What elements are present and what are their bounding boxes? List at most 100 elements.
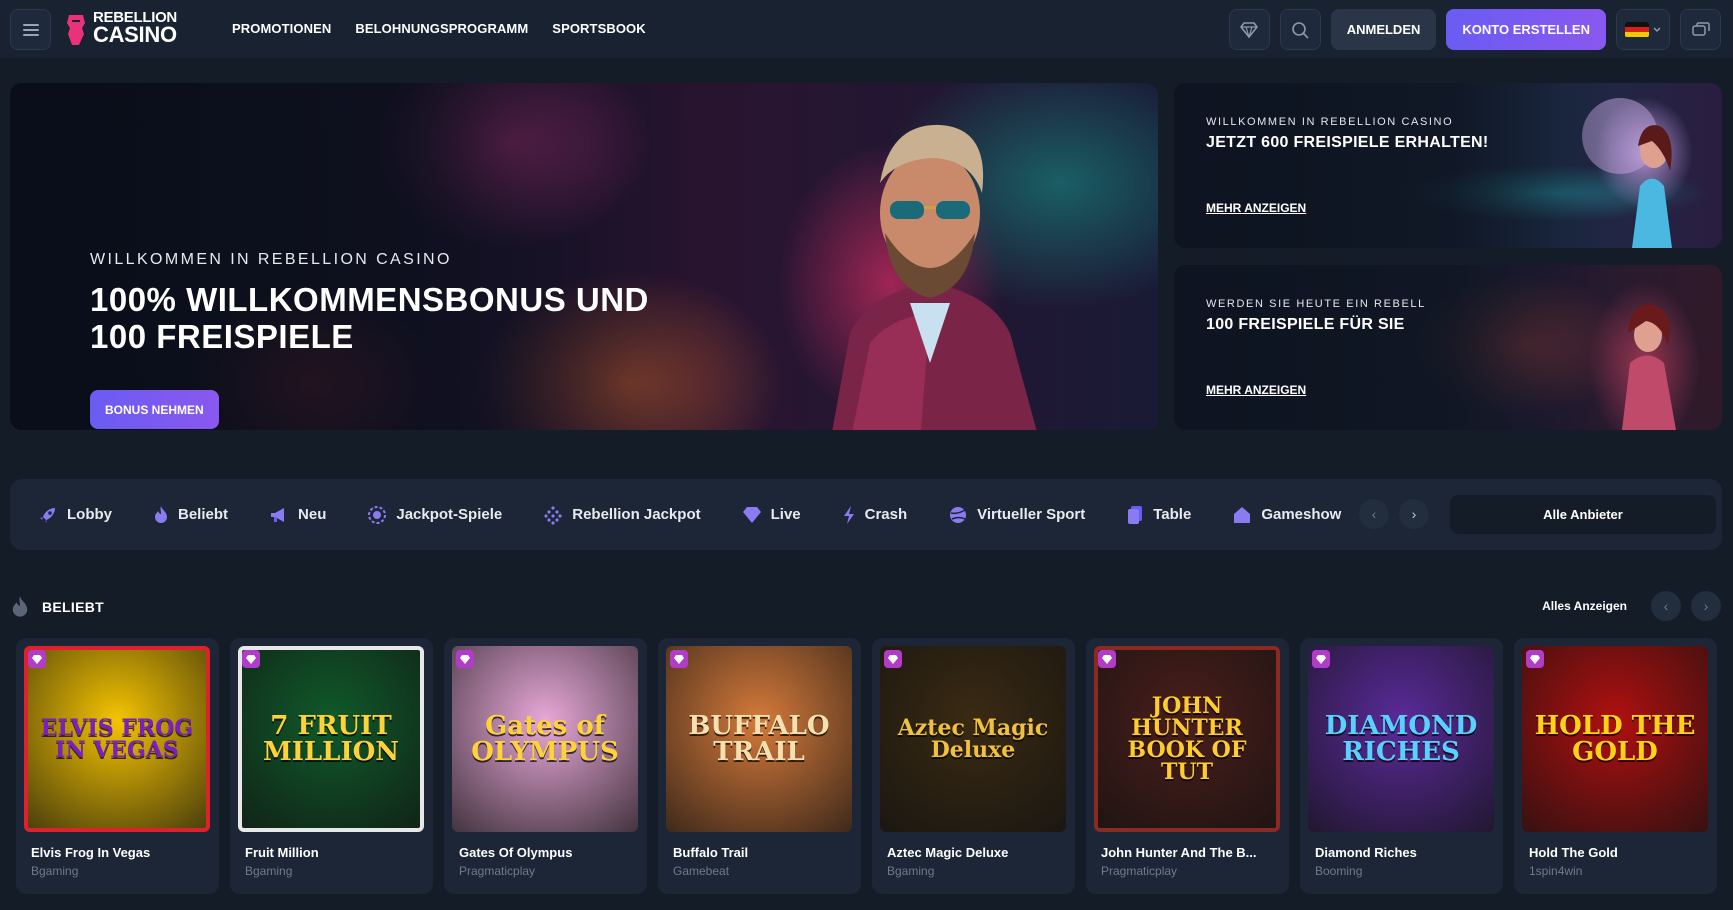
language-selector[interactable] xyxy=(1616,9,1670,50)
rewards-button[interactable] xyxy=(1228,9,1270,50)
promo-more-link[interactable]: MEHR ANZEIGEN xyxy=(1206,383,1306,397)
game-title[interactable]: Gates Of Olympus xyxy=(459,845,572,860)
section-header: BELIEBT xyxy=(10,595,104,619)
lightning-icon xyxy=(843,505,854,524)
game-provider: Bgaming xyxy=(887,864,935,878)
category-label: Live xyxy=(770,506,801,523)
category-table[interactable]: Table xyxy=(1126,505,1191,525)
flame-icon xyxy=(12,596,28,617)
providers-dropdown[interactable]: Alle Anbieter xyxy=(1450,495,1716,534)
game-title[interactable]: John Hunter And The B... xyxy=(1101,845,1257,860)
category-rebellion-jackpot[interactable]: Rebellion Jackpot xyxy=(543,505,701,525)
game-card[interactable]: BUFFALO TRAIL Buffalo Trail Gamebeat xyxy=(658,638,861,894)
game-thumbnail[interactable]: BUFFALO TRAIL xyxy=(666,646,852,832)
chevron-left-icon: ‹ xyxy=(1371,506,1377,522)
game-title[interactable]: Hold The Gold xyxy=(1529,845,1618,860)
game-card[interactable]: DIAMOND RICHES Diamond Riches Booming xyxy=(1300,638,1503,894)
game-title[interactable]: Diamond Riches xyxy=(1315,845,1417,860)
login-button[interactable]: ANMELDEN xyxy=(1330,9,1437,50)
game-card[interactable]: 7 FRUIT MILLION Fruit Million Bgaming xyxy=(230,638,433,894)
game-title[interactable]: Elvis Frog In Vegas xyxy=(31,845,150,860)
game-provider: Bgaming xyxy=(245,864,293,878)
game-art-title: Gates of OLYMPUS xyxy=(471,711,619,767)
game-thumbnail[interactable]: Aztec Magic Deluxe xyxy=(880,646,1066,832)
game-art-title: DIAMOND RICHES xyxy=(1324,711,1478,767)
home-icon xyxy=(1234,506,1251,523)
game-title[interactable]: Aztec Magic Deluxe xyxy=(887,845,1008,860)
header-actions: ANMELDEN KONTO ERSTELLEN xyxy=(1228,9,1721,50)
promo-subtitle: WILLKOMMEN IN REBELLION CASINO xyxy=(1206,116,1454,128)
game-thumbnail[interactable]: JOHN HUNTER BOOK OF TUT xyxy=(1094,646,1280,832)
game-card[interactable]: Aztec Magic Deluxe Aztec Magic Deluxe Bgam… xyxy=(872,638,1075,894)
search-button[interactable] xyxy=(1279,9,1321,50)
gem-badge-icon xyxy=(242,650,260,668)
category-live[interactable]: Live xyxy=(742,506,801,524)
category-crash[interactable]: Crash xyxy=(842,505,907,525)
menu-button[interactable] xyxy=(10,9,51,50)
category-label: Neu xyxy=(298,506,327,523)
category-gameshow[interactable]: Gameshow xyxy=(1232,505,1341,525)
gem-badge-icon xyxy=(1312,650,1330,668)
game-art-title: HOLD THE GOLD xyxy=(1534,711,1696,767)
view-all-link[interactable]: Alles Anzeigen xyxy=(1542,599,1627,613)
category-label: Lobby xyxy=(67,506,112,523)
game-thumbnail[interactable]: Gates of OLYMPUS xyxy=(452,646,638,832)
game-card[interactable]: ELVIS FROG IN VEGAS Elvis Frog In Vegas Bg… xyxy=(16,638,219,894)
category-label: Table xyxy=(1153,506,1192,523)
game-provider: Pragmaticplay xyxy=(459,864,536,878)
search-icon xyxy=(1292,21,1309,39)
game-card[interactable]: JOHN HUNTER BOOK OF TUT John Hunter And T… xyxy=(1086,638,1289,894)
game-art-title: ELVIS FROG IN VEGAS xyxy=(40,715,194,763)
fist-logo-icon xyxy=(67,14,85,45)
ball-icon xyxy=(950,506,967,523)
flame-icon xyxy=(155,505,167,523)
nav-sportsbook[interactable]: SPORTSBOOK xyxy=(552,21,645,36)
chevron-right-icon: › xyxy=(1703,598,1709,614)
category-label: Jackpot-Spiele xyxy=(396,506,503,523)
promo-card-freespins[interactable]: WILLKOMMEN IN REBELLION CASINO JETZT 600… xyxy=(1174,83,1722,248)
game-thumbnail[interactable]: HOLD THE GOLD xyxy=(1522,646,1708,832)
section-controls: Alles Anzeigen ‹ › xyxy=(1542,591,1721,621)
category-virtual-sports[interactable]: Virtueller Sport xyxy=(948,505,1085,525)
nav-promotions[interactable]: PROMOTIONEN xyxy=(232,21,331,36)
megaphone-icon xyxy=(271,507,285,522)
category-jackpot-games[interactable]: Jackpot-Spiele xyxy=(367,505,502,525)
site-logo[interactable]: REBELLION CASINO xyxy=(65,10,177,48)
game-art-title: JOHN HUNTER BOOK OF TUT xyxy=(1127,693,1247,785)
diamond-icon xyxy=(1240,21,1259,38)
chevron-left-icon: ‹ xyxy=(1663,598,1669,614)
chat-icon xyxy=(1691,21,1710,36)
category-new[interactable]: Neu xyxy=(269,506,326,524)
chat-button[interactable] xyxy=(1680,9,1721,50)
bonus-button[interactable]: BONUS NEHMEN xyxy=(90,390,219,429)
game-art-title: 7 FRUIT MILLION xyxy=(262,711,400,767)
nav-rewards[interactable]: BELOHNUNGSPROGRAMM xyxy=(355,21,528,36)
game-title[interactable]: Buffalo Trail xyxy=(673,845,748,860)
game-card[interactable]: Gates of OLYMPUS Gates Of Olympus Pragmati… xyxy=(444,638,647,894)
register-button[interactable]: KONTO ERSTELLEN xyxy=(1446,9,1606,50)
game-provider: Pragmaticplay xyxy=(1101,864,1178,878)
game-thumbnail[interactable]: DIAMOND RICHES xyxy=(1308,646,1494,832)
category-next-button[interactable]: › xyxy=(1399,499,1429,529)
games-next-button[interactable]: › xyxy=(1691,591,1721,621)
hero-banner[interactable]: WILLKOMMEN IN REBELLION CASINO 100% WILL… xyxy=(10,83,1158,430)
game-thumbnail[interactable]: ELVIS FROG IN VEGAS xyxy=(24,646,210,832)
hero-subtitle: WILLKOMMEN IN REBELLION CASINO xyxy=(90,251,452,268)
promo-subtitle: WERDEN SIE HEUTE EIN REBELL xyxy=(1206,298,1426,310)
gem-badge-icon xyxy=(1098,650,1116,668)
category-popular[interactable]: Beliebt xyxy=(153,505,228,525)
promo-overlay xyxy=(1174,265,1722,430)
game-art-title: BUFFALO TRAIL xyxy=(688,711,830,767)
hamburger-icon xyxy=(22,23,39,36)
category-prev-button[interactable]: ‹ xyxy=(1359,499,1389,529)
category-lobby[interactable]: Lobby xyxy=(38,505,112,525)
promo-title: 100 FREISPIELE FÜR SIE xyxy=(1206,316,1405,333)
games-prev-button[interactable]: ‹ xyxy=(1651,591,1681,621)
logo-text-bottom: CASINO xyxy=(93,22,177,48)
game-title[interactable]: Fruit Million xyxy=(245,845,319,860)
promo-more-link[interactable]: MEHR ANZEIGEN xyxy=(1206,201,1306,215)
cards-icon xyxy=(1128,505,1143,524)
game-card[interactable]: HOLD THE GOLD Hold The Gold 1spin4win xyxy=(1514,638,1717,894)
game-thumbnail[interactable]: 7 FRUIT MILLION xyxy=(238,646,424,832)
promo-card-rebel[interactable]: WERDEN SIE HEUTE EIN REBELL 100 FREISPIE… xyxy=(1174,265,1722,430)
